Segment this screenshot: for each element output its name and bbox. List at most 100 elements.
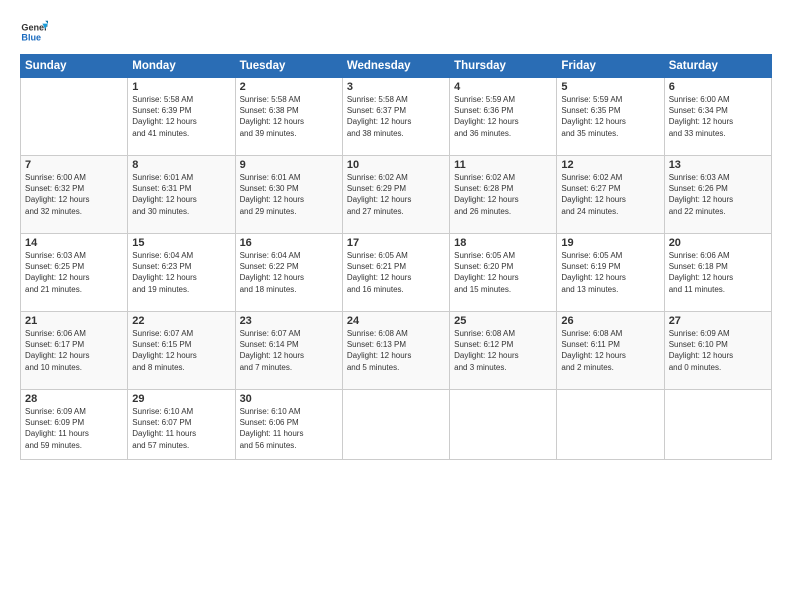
day-info: Sunrise: 6:03 AM Sunset: 6:25 PM Dayligh…: [25, 250, 123, 295]
calendar-cell: 28Sunrise: 6:09 AM Sunset: 6:09 PM Dayli…: [21, 390, 128, 460]
calendar-cell: 16Sunrise: 6:04 AM Sunset: 6:22 PM Dayli…: [235, 234, 342, 312]
svg-text:Blue: Blue: [21, 32, 41, 42]
day-number: 22: [132, 315, 230, 327]
col-header-saturday: Saturday: [664, 55, 771, 78]
calendar-cell: 6Sunrise: 6:00 AM Sunset: 6:34 PM Daylig…: [664, 78, 771, 156]
calendar-cell: 24Sunrise: 6:08 AM Sunset: 6:13 PM Dayli…: [342, 312, 449, 390]
calendar-cell: 26Sunrise: 6:08 AM Sunset: 6:11 PM Dayli…: [557, 312, 664, 390]
day-number: 18: [454, 237, 552, 249]
day-number: 19: [561, 237, 659, 249]
day-number: 25: [454, 315, 552, 327]
day-number: 8: [132, 159, 230, 171]
calendar-cell: 13Sunrise: 6:03 AM Sunset: 6:26 PM Dayli…: [664, 156, 771, 234]
day-info: Sunrise: 5:58 AM Sunset: 6:37 PM Dayligh…: [347, 94, 445, 139]
calendar-cell: 14Sunrise: 6:03 AM Sunset: 6:25 PM Dayli…: [21, 234, 128, 312]
day-info: Sunrise: 6:08 AM Sunset: 6:12 PM Dayligh…: [454, 328, 552, 373]
calendar-cell: [557, 390, 664, 460]
day-info: Sunrise: 5:58 AM Sunset: 6:38 PM Dayligh…: [240, 94, 338, 139]
day-info: Sunrise: 6:10 AM Sunset: 6:07 PM Dayligh…: [132, 406, 230, 451]
col-header-monday: Monday: [128, 55, 235, 78]
calendar-cell: 29Sunrise: 6:10 AM Sunset: 6:07 PM Dayli…: [128, 390, 235, 460]
day-info: Sunrise: 6:07 AM Sunset: 6:15 PM Dayligh…: [132, 328, 230, 373]
day-number: 11: [454, 159, 552, 171]
day-info: Sunrise: 6:10 AM Sunset: 6:06 PM Dayligh…: [240, 406, 338, 451]
day-number: 3: [347, 81, 445, 93]
day-number: 7: [25, 159, 123, 171]
day-number: 12: [561, 159, 659, 171]
day-number: 16: [240, 237, 338, 249]
calendar-cell: 4Sunrise: 5:59 AM Sunset: 6:36 PM Daylig…: [450, 78, 557, 156]
day-number: 21: [25, 315, 123, 327]
day-info: Sunrise: 6:02 AM Sunset: 6:29 PM Dayligh…: [347, 172, 445, 217]
day-info: Sunrise: 6:09 AM Sunset: 6:10 PM Dayligh…: [669, 328, 767, 373]
day-info: Sunrise: 5:59 AM Sunset: 6:36 PM Dayligh…: [454, 94, 552, 139]
day-info: Sunrise: 5:59 AM Sunset: 6:35 PM Dayligh…: [561, 94, 659, 139]
day-info: Sunrise: 6:08 AM Sunset: 6:11 PM Dayligh…: [561, 328, 659, 373]
day-number: 10: [347, 159, 445, 171]
day-info: Sunrise: 6:00 AM Sunset: 6:34 PM Dayligh…: [669, 94, 767, 139]
col-header-thursday: Thursday: [450, 55, 557, 78]
day-info: Sunrise: 6:09 AM Sunset: 6:09 PM Dayligh…: [25, 406, 123, 451]
day-info: Sunrise: 5:58 AM Sunset: 6:39 PM Dayligh…: [132, 94, 230, 139]
day-info: Sunrise: 6:02 AM Sunset: 6:28 PM Dayligh…: [454, 172, 552, 217]
col-header-sunday: Sunday: [21, 55, 128, 78]
day-number: 26: [561, 315, 659, 327]
calendar-cell: 1Sunrise: 5:58 AM Sunset: 6:39 PM Daylig…: [128, 78, 235, 156]
day-info: Sunrise: 6:02 AM Sunset: 6:27 PM Dayligh…: [561, 172, 659, 217]
day-number: 14: [25, 237, 123, 249]
day-number: 15: [132, 237, 230, 249]
day-number: 9: [240, 159, 338, 171]
col-header-friday: Friday: [557, 55, 664, 78]
calendar-cell: 19Sunrise: 6:05 AM Sunset: 6:19 PM Dayli…: [557, 234, 664, 312]
day-info: Sunrise: 6:05 AM Sunset: 6:21 PM Dayligh…: [347, 250, 445, 295]
calendar-cell: 10Sunrise: 6:02 AM Sunset: 6:29 PM Dayli…: [342, 156, 449, 234]
calendar-cell: 21Sunrise: 6:06 AM Sunset: 6:17 PM Dayli…: [21, 312, 128, 390]
day-number: 20: [669, 237, 767, 249]
day-info: Sunrise: 6:06 AM Sunset: 6:18 PM Dayligh…: [669, 250, 767, 295]
day-info: Sunrise: 6:05 AM Sunset: 6:19 PM Dayligh…: [561, 250, 659, 295]
calendar-cell: 9Sunrise: 6:01 AM Sunset: 6:30 PM Daylig…: [235, 156, 342, 234]
calendar-cell: 7Sunrise: 6:00 AM Sunset: 6:32 PM Daylig…: [21, 156, 128, 234]
calendar-cell: 17Sunrise: 6:05 AM Sunset: 6:21 PM Dayli…: [342, 234, 449, 312]
day-number: 28: [25, 393, 123, 405]
calendar-cell: 23Sunrise: 6:07 AM Sunset: 6:14 PM Dayli…: [235, 312, 342, 390]
day-number: 2: [240, 81, 338, 93]
col-header-wednesday: Wednesday: [342, 55, 449, 78]
day-number: 4: [454, 81, 552, 93]
calendar-cell: [450, 390, 557, 460]
calendar-cell: 27Sunrise: 6:09 AM Sunset: 6:10 PM Dayli…: [664, 312, 771, 390]
day-number: 29: [132, 393, 230, 405]
calendar-cell: 30Sunrise: 6:10 AM Sunset: 6:06 PM Dayli…: [235, 390, 342, 460]
day-number: 23: [240, 315, 338, 327]
day-number: 6: [669, 81, 767, 93]
calendar-cell: [664, 390, 771, 460]
calendar-cell: 8Sunrise: 6:01 AM Sunset: 6:31 PM Daylig…: [128, 156, 235, 234]
day-info: Sunrise: 6:04 AM Sunset: 6:23 PM Dayligh…: [132, 250, 230, 295]
calendar-cell: 12Sunrise: 6:02 AM Sunset: 6:27 PM Dayli…: [557, 156, 664, 234]
day-info: Sunrise: 6:01 AM Sunset: 6:31 PM Dayligh…: [132, 172, 230, 217]
day-info: Sunrise: 6:00 AM Sunset: 6:32 PM Dayligh…: [25, 172, 123, 217]
calendar-cell: 20Sunrise: 6:06 AM Sunset: 6:18 PM Dayli…: [664, 234, 771, 312]
day-number: 24: [347, 315, 445, 327]
calendar-cell: 22Sunrise: 6:07 AM Sunset: 6:15 PM Dayli…: [128, 312, 235, 390]
day-info: Sunrise: 6:01 AM Sunset: 6:30 PM Dayligh…: [240, 172, 338, 217]
col-header-tuesday: Tuesday: [235, 55, 342, 78]
calendar-cell: 25Sunrise: 6:08 AM Sunset: 6:12 PM Dayli…: [450, 312, 557, 390]
day-number: 13: [669, 159, 767, 171]
day-info: Sunrise: 6:04 AM Sunset: 6:22 PM Dayligh…: [240, 250, 338, 295]
calendar-cell: 11Sunrise: 6:02 AM Sunset: 6:28 PM Dayli…: [450, 156, 557, 234]
calendar-cell: 15Sunrise: 6:04 AM Sunset: 6:23 PM Dayli…: [128, 234, 235, 312]
day-number: 30: [240, 393, 338, 405]
calendar-cell: [21, 78, 128, 156]
calendar-cell: 18Sunrise: 6:05 AM Sunset: 6:20 PM Dayli…: [450, 234, 557, 312]
calendar-cell: [342, 390, 449, 460]
day-number: 27: [669, 315, 767, 327]
day-info: Sunrise: 6:03 AM Sunset: 6:26 PM Dayligh…: [669, 172, 767, 217]
calendar-cell: 5Sunrise: 5:59 AM Sunset: 6:35 PM Daylig…: [557, 78, 664, 156]
logo: General Blue: [20, 18, 50, 46]
day-info: Sunrise: 6:05 AM Sunset: 6:20 PM Dayligh…: [454, 250, 552, 295]
day-info: Sunrise: 6:08 AM Sunset: 6:13 PM Dayligh…: [347, 328, 445, 373]
calendar-cell: 3Sunrise: 5:58 AM Sunset: 6:37 PM Daylig…: [342, 78, 449, 156]
day-number: 1: [132, 81, 230, 93]
day-info: Sunrise: 6:06 AM Sunset: 6:17 PM Dayligh…: [25, 328, 123, 373]
